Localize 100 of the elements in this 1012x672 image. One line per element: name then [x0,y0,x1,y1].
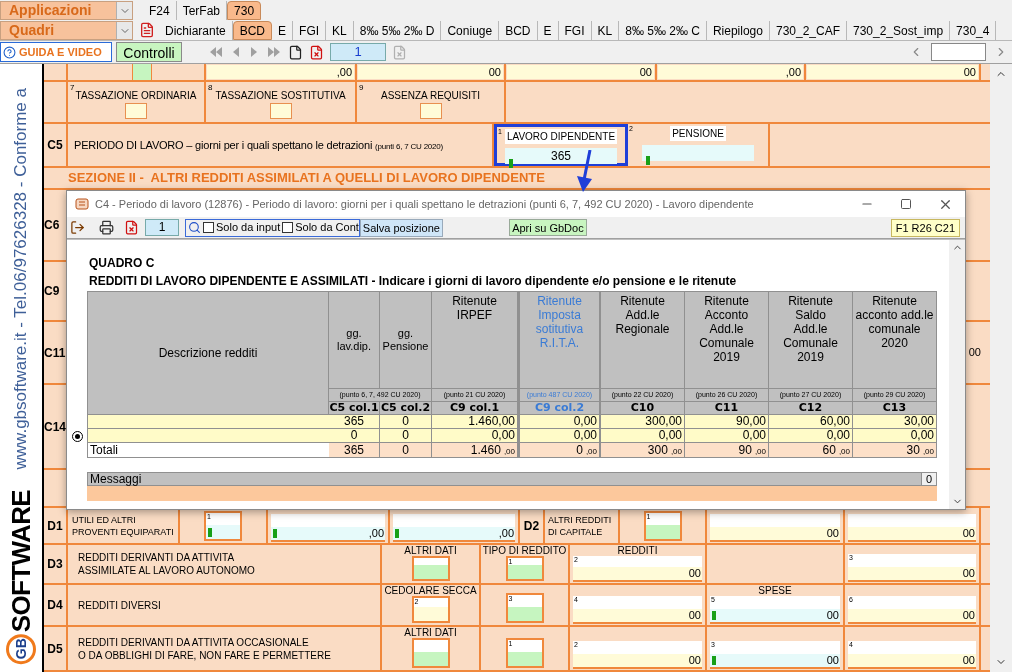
tab[interactable]: FGI [558,21,592,40]
column-label: CEDOLARE SECCA [384,585,477,596]
table-cell: 0 [380,415,432,429]
search-field[interactable] [931,43,986,61]
amount-field[interactable]: 00 [358,65,503,79]
printer-icon[interactable] [99,220,114,235]
table-cell: 60,00 [769,415,853,429]
table-cell: 0 ,00 [518,443,601,458]
field-number: 8 [208,82,213,94]
table-cell: 0,00 [769,429,853,443]
field-label: PENSIONE [670,126,726,141]
tab[interactable]: 730_2_Sost_imp [847,21,951,40]
table-cell: 90,00 [685,415,769,429]
tab[interactable]: FGI [293,21,327,40]
input-box[interactable] [411,556,450,581]
amount-field[interactable]: ,00 [658,65,803,79]
column-label: ALTRI DATI [404,627,457,638]
amount-value: ,00 [498,526,515,542]
amount-field[interactable]: ,00 [393,514,515,542]
delete-page-icon[interactable] [309,44,324,60]
tab[interactable]: E [537,21,559,40]
row-code: D1 [47,517,63,535]
row-code: C14 [44,418,66,436]
scrollbar[interactable] [949,240,965,509]
checkbox[interactable]: Solo da input [203,219,281,236]
save-position-button[interactable]: Salva posizione [359,218,443,237]
logo-mark: GB [6,634,36,664]
delete-icon[interactable] [124,220,139,235]
row-description: PERIODO DI LAVORO – giorni per i quali spettano le detrazioni (punti 6, 7 CU 2020) [74,137,444,153]
tab[interactable]: KL [591,21,620,40]
status-marker [712,611,716,620]
scrollbar[interactable] [990,64,1012,672]
amount-value: 00 [826,653,840,669]
logo-text: SOFTWARE [6,489,36,632]
first-page-icon[interactable] [208,45,224,59]
status-marker [509,159,513,168]
amount-field[interactable]: ,00 [207,65,354,79]
checkbox[interactable] [419,103,442,119]
tab[interactable]: 730_4 [950,21,997,40]
table-cell: 0,00 [518,429,601,443]
column-label: SPESE [758,585,792,596]
search-icon[interactable] [188,221,201,234]
table-cell: Totali [87,443,329,458]
column-header: Ritenute Acconto Add.le Comunale 2019 [685,291,769,388]
help-icon [3,45,16,59]
last-page-icon[interactable] [266,45,282,59]
maximize-icon[interactable] [900,198,912,210]
checkbox[interactable] [125,103,147,119]
table-cell: 0,00 [518,415,601,429]
column-header: Ritenute Imposta sotitutiva R.I.T.A. [518,291,601,388]
status-marker [646,156,650,165]
tab[interactable]: 8‰ 5‰ 2‰ D [353,21,442,40]
column-label: REDDITI [617,545,658,556]
tab[interactable]: 730_2_CAF [769,21,847,40]
row-description: REDDITI DERIVANTI DA ATTIVITA ASSIMILATE AL LAVORO AUTONOMO [78,551,255,577]
tab[interactable]: F24 [143,1,177,20]
column-header: gg. lav.dip. [329,291,380,388]
row-code: D4 [47,597,63,614]
input-box[interactable] [132,64,152,80]
table-cell: 0 [380,443,432,458]
tab[interactable]: Riepilogo [706,21,770,40]
amount-field[interactable]: 00 [710,514,840,542]
status-marker [273,529,277,538]
controls-button[interactable]: Controlli [116,42,182,62]
document-icon[interactable] [139,22,155,38]
row-code: C9 [44,283,60,300]
option-label: ASSENZA REQUISITI [381,89,480,103]
table-cell: 1.460,00 [432,415,518,429]
input-box[interactable] [411,638,450,668]
column-code: C10 [601,401,685,415]
checkbox[interactable] [269,103,292,119]
tab[interactable]: E [272,21,294,40]
amount-field[interactable]: 00 [807,65,978,79]
exit-icon[interactable] [70,220,85,235]
new-page-icon[interactable] [288,44,303,60]
column-header: Ritenute acconto add.le comunale 2020 [853,291,937,388]
status-marker [712,656,716,665]
table-cell: 30,00 [853,415,937,429]
column-code: C12 [769,401,853,415]
amount-value: 00 [688,653,702,669]
amount-value: 00 [688,566,702,582]
tab[interactable]: BCD [232,21,273,40]
app-icon [75,197,89,211]
gbdoc-button[interactable]: Apri su GbDoc [508,219,587,236]
tab[interactable]: KL [326,21,354,40]
column-header: Ritenute Add.le Regionale [601,291,685,388]
amount-value: 00 [826,526,840,542]
tab[interactable]: Coniuge [441,21,500,40]
checkbox[interactable]: Solo da Cont [282,219,359,236]
amount-field[interactable]: 00 [848,514,976,542]
amount-field[interactable]: ,00 [271,514,385,542]
table-cell: 90 ,00 [685,443,769,458]
tab[interactable]: 730 [227,1,262,20]
tab[interactable]: Dichiarante [159,21,233,40]
amount-field[interactable]: 00 [507,65,654,79]
page-field[interactable]: 1 [330,43,386,61]
record-field[interactable]: 1 [145,219,179,236]
tab[interactable]: BCD [499,21,538,40]
row-description: REDDITI DIVERSI [78,598,161,612]
tab[interactable]: 8‰ 5‰ 2‰ C [619,21,707,40]
